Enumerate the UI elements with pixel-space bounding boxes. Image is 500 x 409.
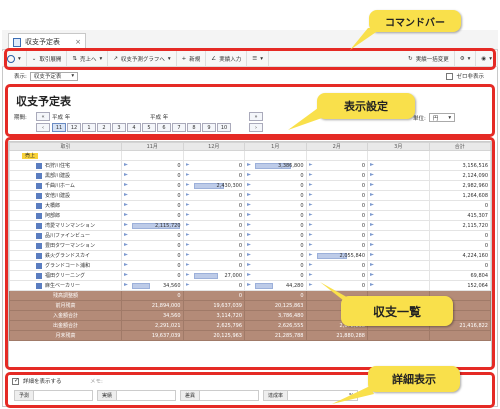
display-select-value: 収支予定表 (33, 74, 62, 80)
document-icon (13, 37, 21, 47)
display-settings-highlight (5, 84, 495, 137)
callout-balance-list: 収支一覧 (341, 296, 453, 326)
command-bar-highlight (4, 48, 496, 70)
balance-list-highlight (5, 137, 495, 370)
callout-detail-display-tail (332, 386, 374, 404)
display-select[interactable]: 収支予定表 ▾ (29, 71, 79, 81)
callout-balance-list-tail (320, 282, 352, 304)
tab-bar: 収支予定表 × (2, 30, 498, 50)
display-settings-row: 表示: 収支予定表 ▾ ゼロ非表示 (2, 70, 498, 82)
callout-display-settings-tail (288, 108, 322, 130)
nonzero-checkbox[interactable] (446, 72, 454, 80)
display-label: 表示: (14, 74, 27, 80)
callout-detail-display: 詳細表示 (368, 366, 460, 392)
nonzero-toggle[interactable]: ゼロ非表示 (446, 72, 484, 80)
callout-command-bar-tail (350, 28, 382, 50)
nonzero-label: ゼロ非表示 (456, 74, 484, 80)
tab-title: 収支予定表 (25, 38, 60, 46)
callout-display-settings: 表示設定 (317, 93, 415, 119)
close-icon[interactable]: × (75, 38, 81, 46)
